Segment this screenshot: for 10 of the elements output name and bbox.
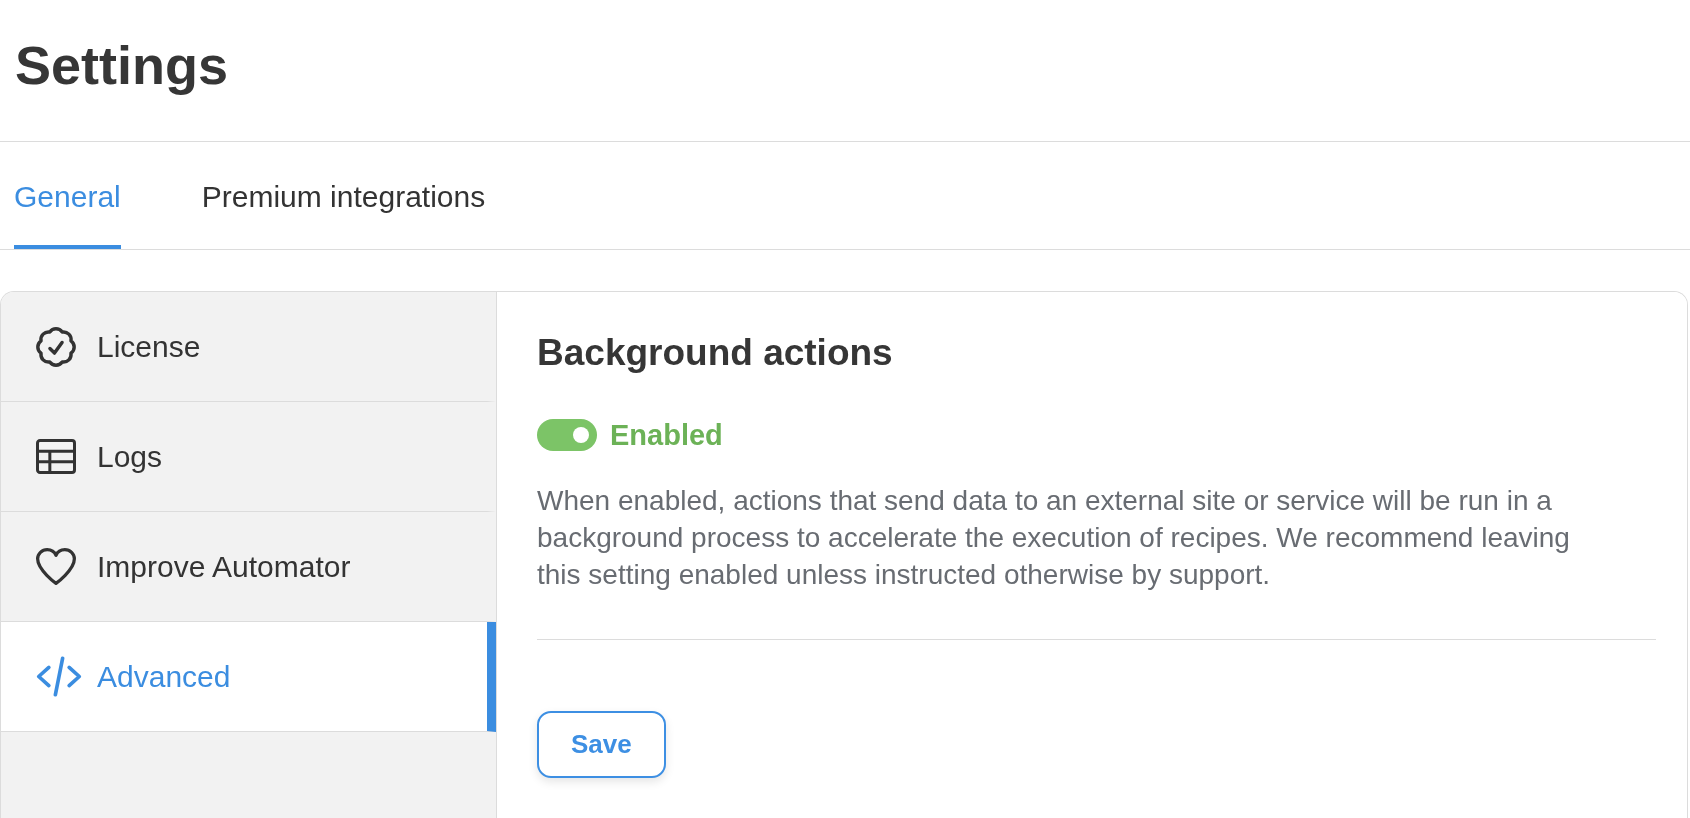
badge-check-icon xyxy=(36,326,76,367)
section-title: Background actions xyxy=(537,331,893,375)
code-icon xyxy=(36,656,82,697)
heart-icon xyxy=(36,548,76,585)
toggle-switch[interactable] xyxy=(537,419,597,451)
table-icon xyxy=(36,439,76,474)
setting-description: When enabled, actions that send data to an external site or service will be run in a background process to accelerate the execution of recipes. We recommend leaving this setting enabled unless instructed otherwise by support. xyxy=(537,484,1571,592)
page-title: Settings xyxy=(15,34,229,97)
toggle-label: Enabled xyxy=(610,419,723,451)
settings-tab[interactable]: Premium integrations xyxy=(201,142,486,249)
